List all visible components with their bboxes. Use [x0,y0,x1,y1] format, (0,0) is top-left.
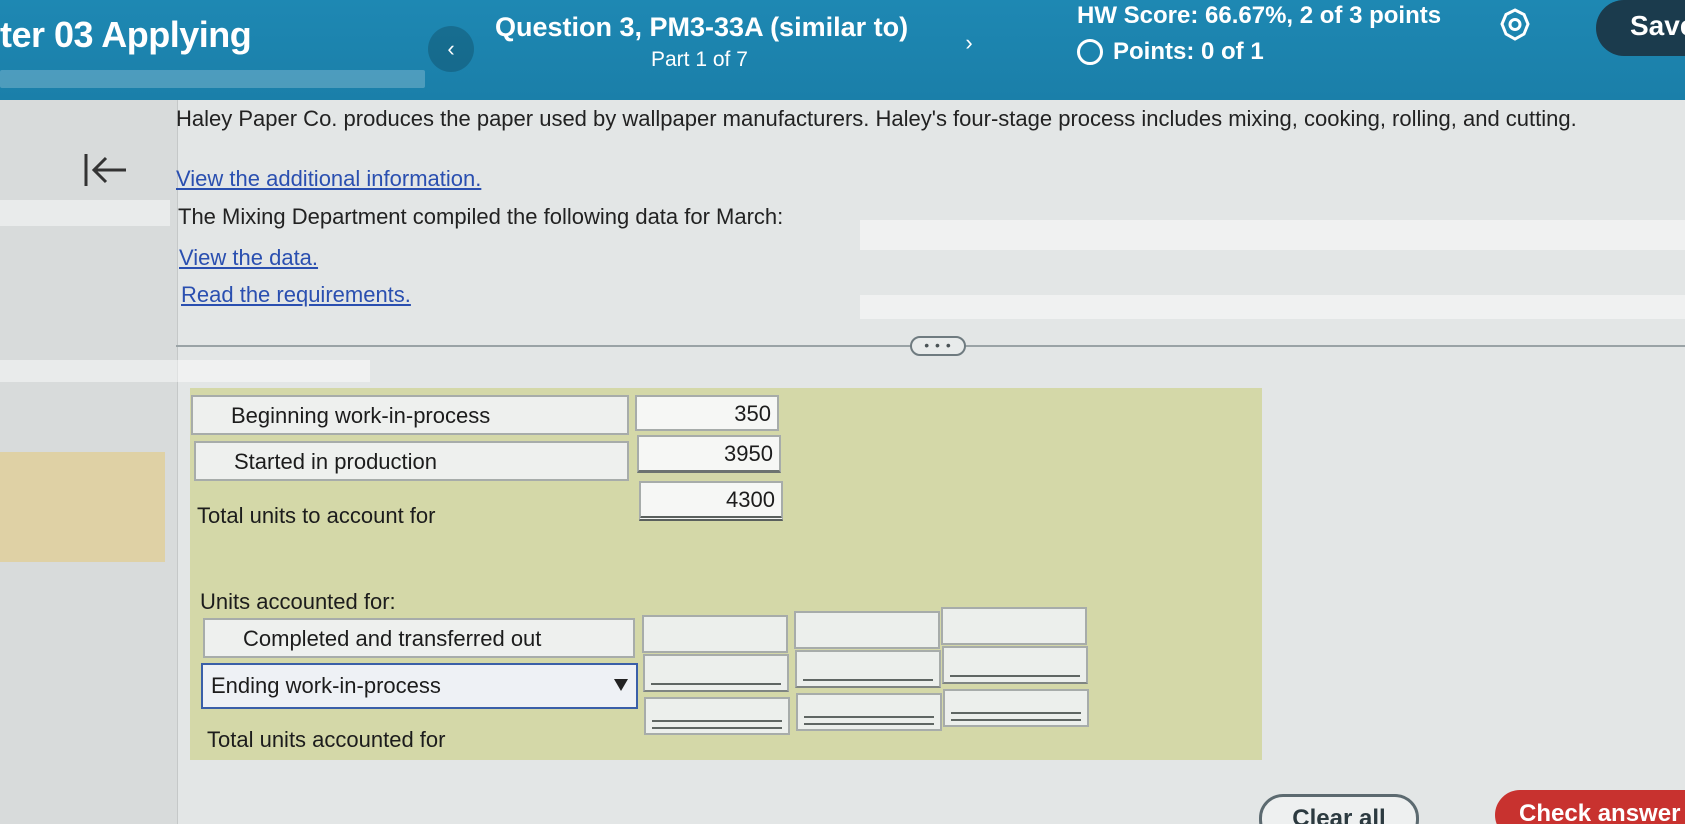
dropdown-arrow-icon [614,679,628,691]
points-text: Points: 0 of 1 [1113,38,1264,65]
chapter-title-underline [0,70,425,88]
collapse-panel-icon[interactable] [82,150,128,190]
hw-score: HW Score: 66.67%, 2 of 3 points [1077,2,1442,29]
mixing-department-line: The Mixing Department compiled the follo… [178,204,784,229]
started-in-production-label: Started in production [194,441,629,481]
ending-wip-select[interactable]: Ending work-in-process [201,663,638,709]
beginning-wip-value: 350 [635,395,779,431]
problem-intro: Haley Paper Co. produces the paper used … [176,106,1577,131]
completed-input-3[interactable] [941,607,1087,645]
total-units-to-account-label: Total units to account for [197,503,436,528]
ending-wip-select-value: Ending work-in-process [211,673,441,698]
clear-all-button[interactable]: Clear all [1259,794,1419,824]
beginning-wip-label: Beginning work-in-process [191,395,629,435]
question-title: Question 3, PM3-33A (similar to) [495,12,909,42]
expand-dots-button[interactable]: • • • [910,336,966,356]
total-units-to-account-value: 4300 [639,481,783,521]
total-accounted-input-2[interactable] [796,693,942,731]
save-button[interactable]: Save [1596,0,1685,56]
requirements-link[interactable]: Read the requirements. [181,282,411,308]
ending-wip-input-1[interactable] [643,654,789,692]
gear-icon[interactable] [1498,8,1532,42]
total-accounted-input-3[interactable] [943,689,1089,727]
check-answer-button[interactable]: Check answer [1495,790,1685,824]
view-data-link[interactable]: View the data. [179,245,318,271]
top-header-bar: ter 03 Applying ‹ Question 3, PM3-33A (s… [0,0,1685,108]
left-rail [0,100,178,824]
ending-wip-input-3[interactable] [942,646,1088,684]
total-accounted-input-1[interactable] [644,697,790,735]
points-status-icon [1077,39,1103,65]
completed-input-2[interactable] [794,611,940,649]
additional-info-link[interactable]: View the additional information. [176,166,481,192]
completed-input-1[interactable] [642,615,788,653]
chevron-right-icon: › [965,30,973,55]
chapter-title: ter 03 Applying [0,14,252,55]
units-accounted-for-header: Units accounted for: [200,589,396,614]
chevron-left-icon: ‹ [447,36,455,61]
ending-wip-input-2[interactable] [795,650,941,688]
question-part: Part 1 of 7 [651,48,748,71]
previous-question-button[interactable]: ‹ [428,26,474,72]
completed-transferred-label: Completed and transferred out [203,618,635,658]
next-question-button[interactable]: › [946,20,992,66]
points-row: Points: 0 of 1 [1077,38,1264,66]
started-in-production-value: 3950 [637,435,781,473]
total-units-accounted-label: Total units accounted for [207,727,446,752]
